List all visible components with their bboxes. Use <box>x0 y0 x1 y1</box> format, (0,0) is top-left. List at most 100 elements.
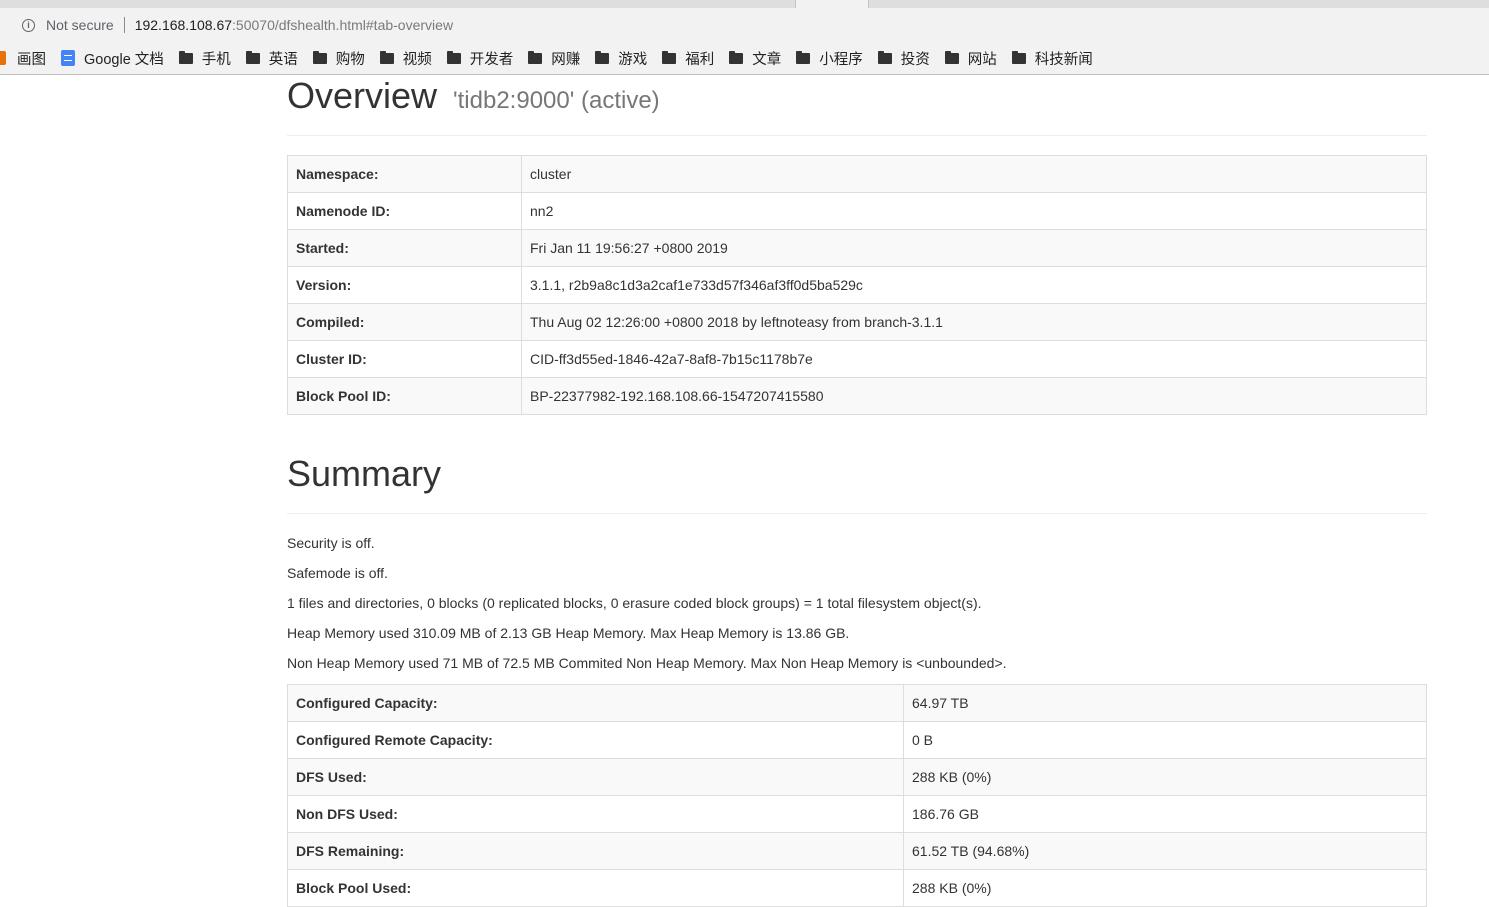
folder-icon <box>944 50 959 64</box>
row-key: Version: <box>287 266 522 304</box>
overview-title: Overview <box>287 75 438 116</box>
bookmark-item[interactable]: 投资 <box>877 48 930 69</box>
bookmarks-bar: 画图 Google 文档 手机 英语 购物 视频 开发者 网赚 游戏 福利 文章 小程序 投资 网站 科技新… <box>0 42 1489 75</box>
folder-icon <box>662 50 677 64</box>
bookmark-item[interactable]: 游戏 <box>595 48 647 69</box>
folder-icon <box>528 50 543 64</box>
row-key: DFS Used: <box>287 758 904 796</box>
folder-icon <box>379 50 394 64</box>
row-value: BP-22377982-192.168.108.66-1547207415580 <box>521 377 1427 415</box>
bookmark-label: 开发者 <box>469 51 514 68</box>
row-value: nn2 <box>521 192 1427 230</box>
bookmark-label: 视频 <box>402 51 432 68</box>
row-value: Fri Jan 11 19:56:27 +0800 2019 <box>521 229 1427 267</box>
bookmark-item[interactable]: 小程序 <box>796 48 863 69</box>
summary-line: Non Heap Memory used 71 MB of 72.5 MB Co… <box>287 655 1007 671</box>
folder-icon <box>312 50 327 64</box>
table-row: Non DFS Used: 186.76 GB <box>287 795 1427 833</box>
bookmark-item[interactable]: 科技新闻 <box>1011 48 1093 69</box>
row-key: Namenode ID: <box>287 192 522 230</box>
row-value: 186.76 GB <box>903 795 1427 833</box>
summary-line: 1 files and directories, 0 blocks (0 rep… <box>287 595 982 611</box>
row-value: 61.52 TB (94.68%) <box>903 832 1427 870</box>
bookmark-item[interactable]: 文章 <box>729 48 781 69</box>
row-key: Configured Remote Capacity: <box>287 721 904 759</box>
row-value: cluster <box>521 155 1427 193</box>
orange-app-icon <box>0 51 6 65</box>
bookmark-item[interactable]: 视频 <box>379 48 432 69</box>
row-value: 64.97 TB <box>903 684 1427 722</box>
row-key: DFS Remaining: <box>287 832 904 870</box>
bookmark-item[interactable]: 购物 <box>312 48 365 69</box>
overview-heading: Overview 'tidb2:9000' (active) <box>287 75 1427 136</box>
summary-line: Security is off. <box>287 535 375 551</box>
address-divider <box>123 17 125 33</box>
google-docs-icon <box>61 50 75 66</box>
bookmark-label: 手机 <box>201 51 231 68</box>
row-key: Compiled: <box>287 303 522 341</box>
row-value: 288 KB (0%) <box>903 869 1427 907</box>
table-row: Version: 3.1.1, r2b9a8c1d3a2caf1e733d57f3… <box>287 266 1427 304</box>
folder-icon <box>1011 50 1026 64</box>
info-icon[interactable]: i <box>22 18 35 32</box>
table-row: Namespace: cluster <box>287 155 1427 193</box>
overview-table: Namespace: cluster Namenode ID: nn2 Started:… <box>287 155 1427 415</box>
row-key: Block Pool ID: <box>287 377 522 415</box>
table-row: DFS Used: 288 KB (0%) <box>287 758 1427 796</box>
table-row: Block Pool ID: BP-22377982-192.168.108.66… <box>287 377 1427 415</box>
bookmark-item[interactable]: 福利 <box>662 48 714 69</box>
table-row: Namenode ID: nn2 <box>287 192 1427 230</box>
overview-subtitle: 'tidb2:9000' (active) <box>453 87 660 114</box>
bookmark-label: 网赚 <box>551 51 581 68</box>
row-value: Thu Aug 02 12:26:00 +0800 2018 by leftno… <box>521 303 1427 341</box>
table-row: Configured Capacity: 64.97 TB <box>287 684 1427 722</box>
url-text[interactable]: 192.168.108.67:50070/dfshealth.html#tab-… <box>135 17 453 33</box>
folder-icon <box>595 50 610 64</box>
bookmark-label: 文章 <box>752 51 782 68</box>
row-value: 288 KB (0%) <box>903 758 1427 796</box>
row-key: Block Pool Used: <box>287 869 904 907</box>
bookmark-item[interactable]: 英语 <box>245 48 298 69</box>
row-value: 3.1.1, r2b9a8c1d3a2caf1e733d57f346af3ff0… <box>521 266 1427 304</box>
summary-line: Heap Memory used 310.09 MB of 2.13 GB He… <box>287 625 850 641</box>
bookmark-item[interactable]: 网站 <box>944 48 997 69</box>
bookmark-label: Google 文档 <box>84 51 164 68</box>
bookmark-label: 画图 <box>17 51 46 68</box>
bookmark-item[interactable]: Google 文档 <box>61 48 164 69</box>
bookmark-label: 科技新闻 <box>1034 51 1093 68</box>
bookmark-item[interactable]: 手机 <box>178 48 231 69</box>
row-key: Non DFS Used: <box>287 795 904 833</box>
bookmark-label: 购物 <box>335 51 365 68</box>
bookmark-item[interactable]: 开发者 <box>446 48 514 69</box>
summary-table: Configured Capacity: 64.97 TB Configured R… <box>287 684 1427 907</box>
url-path: :50070/dfshealth.html#tab-overview <box>232 17 454 33</box>
not-secure-label[interactable]: Not secure <box>46 17 114 33</box>
url-host: 192.168.108.67 <box>134 17 233 33</box>
summary-line: Safemode is off. <box>287 565 388 581</box>
folder-icon <box>729 50 744 64</box>
folder-icon <box>796 50 811 64</box>
row-value: CID-ff3d55ed-1846-42a7-8af8-7b15c1178b7e <box>521 340 1427 378</box>
folder-icon <box>446 50 461 64</box>
bookmark-item[interactable]: 网赚 <box>528 48 580 69</box>
folder-icon <box>877 50 892 64</box>
bookmark-item[interactable]: 画图 <box>0 48 46 69</box>
tab-strip <box>0 0 1489 8</box>
bookmark-label: 网站 <box>967 51 997 68</box>
summary-heading: Summary <box>287 453 1427 514</box>
table-row: Cluster ID: CID-ff3d55ed-1846-42a7-8af8-7… <box>287 340 1427 378</box>
row-key: Cluster ID: <box>287 340 522 378</box>
bookmark-label: 游戏 <box>618 51 648 68</box>
folder-icon <box>245 50 260 64</box>
bookmark-label: 福利 <box>685 51 715 68</box>
row-key: Started: <box>287 229 522 267</box>
address-bar[interactable]: i Not secure 192.168.108.67:50070/dfshea… <box>0 8 1489 42</box>
table-row: DFS Remaining: 61.52 TB (94.68%) <box>287 832 1427 870</box>
active-browser-tab[interactable] <box>795 0 869 8</box>
table-row: Started: Fri Jan 11 19:56:27 +0800 2019 <box>287 229 1427 267</box>
table-row: Block Pool Used: 288 KB (0%) <box>287 869 1427 907</box>
table-row: Configured Remote Capacity: 0 B <box>287 721 1427 759</box>
bookmark-label: 投资 <box>900 51 930 68</box>
table-row: Compiled: Thu Aug 02 12:26:00 +0800 2018 … <box>287 303 1427 341</box>
folder-icon <box>178 50 193 64</box>
